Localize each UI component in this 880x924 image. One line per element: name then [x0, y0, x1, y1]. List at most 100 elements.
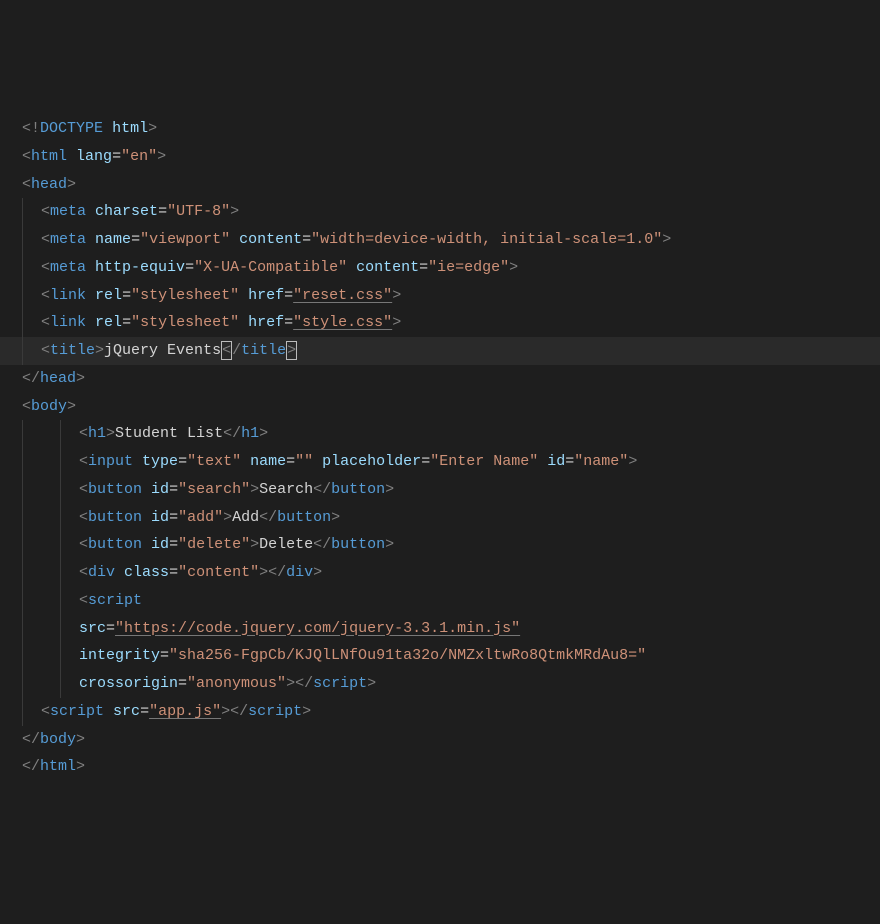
string-literal: "delete" [178, 536, 250, 553]
code-text [103, 120, 112, 137]
string-literal: "add" [178, 509, 223, 526]
tag-name: div [88, 564, 115, 581]
indent-guide [22, 282, 23, 310]
code-line-16[interactable]: <button id="delete">Delete</button> [0, 531, 880, 559]
angle-bracket: < [41, 314, 50, 331]
attr-name: placeholder [322, 453, 421, 470]
code-line-3[interactable]: <head> [0, 171, 880, 199]
indent-guide [60, 559, 61, 587]
attr-name: name [250, 453, 286, 470]
angle-bracket: > [259, 425, 268, 442]
attr-name: lang [76, 148, 112, 165]
code-line-21[interactable]: crossorigin="anonymous"></script> [0, 670, 880, 698]
string-literal: "anonymous" [187, 675, 286, 692]
angle-bracket: < [41, 259, 50, 276]
tag-name: title [241, 342, 286, 359]
string-literal: "sha256-FgpCb/KJQlLNfOu91ta32o/NMZxltwRo… [169, 647, 646, 664]
angle-bracket: > [250, 481, 259, 498]
angle-bracket: < [41, 203, 50, 220]
code-line-10[interactable]: </head> [0, 365, 880, 393]
indent-guide [60, 587, 61, 615]
bracket-match: > [286, 341, 297, 360]
angle-bracket: < [268, 564, 277, 581]
string-literal: "X-UA-Compatible" [194, 259, 347, 276]
code-text: = [284, 314, 293, 331]
angle-bracket: > [95, 342, 104, 359]
attr-name: src [79, 620, 106, 637]
code-line-11[interactable]: <body> [0, 393, 880, 421]
indent-guide [60, 420, 61, 448]
angle-bracket: > [628, 453, 637, 470]
code-line-7[interactable]: <link rel="stylesheet" href="reset.css"> [0, 282, 880, 310]
indent-guide [22, 476, 23, 504]
string-literal: "stylesheet" [131, 314, 239, 331]
code-line-20[interactable]: integrity="sha256-FgpCb/KJQlLNfOu91ta32o… [0, 642, 880, 670]
string-literal: "" [295, 453, 313, 470]
angle-bracket: > [76, 370, 85, 387]
indent-guide [22, 254, 23, 282]
string-literal: "ie=edge" [428, 259, 509, 276]
angle-bracket: > [221, 703, 230, 720]
angle-bracket: / [268, 509, 277, 526]
angle-bracket: > [157, 148, 166, 165]
string-literal: "viewport" [140, 231, 230, 248]
indent-guide [22, 587, 23, 615]
code-text: = [140, 703, 149, 720]
angle-bracket: > [286, 675, 295, 692]
string-literal: "search" [178, 481, 250, 498]
angle-bracket: < [79, 425, 88, 442]
code-line-22[interactable]: <script src="app.js"></script> [0, 698, 880, 726]
code-line-14[interactable]: <button id="search">Search</button> [0, 476, 880, 504]
angle-bracket: < [41, 287, 50, 304]
code-line-8[interactable]: <link rel="stylesheet" href="style.css"> [0, 309, 880, 337]
code-text: = [169, 536, 178, 553]
angle-bracket: > [392, 287, 401, 304]
code-line-15[interactable]: <button id="add">Add</button> [0, 504, 880, 532]
angle-bracket: < [79, 564, 88, 581]
angle-bracket: > [509, 259, 518, 276]
code-text [142, 509, 151, 526]
code-line-12[interactable]: <h1>Student List</h1> [0, 420, 880, 448]
code-text [239, 287, 248, 304]
string-literal: "stylesheet" [131, 287, 239, 304]
attr-name: crossorigin [79, 675, 178, 692]
code-text [86, 287, 95, 304]
code-line-1[interactable]: <!DOCTYPE html> [0, 115, 880, 143]
code-line-17[interactable]: <div class="content"></div> [0, 559, 880, 587]
code-text: = [302, 231, 311, 248]
code-line-24[interactable]: </html> [0, 753, 880, 781]
string-literal: "Enter Name" [430, 453, 538, 470]
attr-name: id [547, 453, 565, 470]
angle-bracket: / [232, 425, 241, 442]
code-text: = [122, 287, 131, 304]
angle-bracket: / [304, 675, 313, 692]
code-line-6[interactable]: <meta http-equiv="X-UA-Compatible" conte… [0, 254, 880, 282]
indent-guide [60, 504, 61, 532]
tag-name: body [40, 731, 76, 748]
code-line-13[interactable]: <input type="text" name="" placeholder="… [0, 448, 880, 476]
code-line-2[interactable]: <html lang="en"> [0, 143, 880, 171]
code-text [230, 231, 239, 248]
code-line-4[interactable]: <meta charset="UTF-8"> [0, 198, 880, 226]
string-literal: "en" [121, 148, 157, 165]
code-editor[interactable]: <!DOCTYPE html><html lang="en"><head><me… [0, 115, 880, 781]
code-line-9[interactable]: <title>jQuery Events</title> [0, 337, 880, 365]
code-text: = [178, 453, 187, 470]
indent-guide [22, 337, 23, 365]
code-line-18[interactable]: <script [0, 587, 880, 615]
angle-bracket: / [31, 731, 40, 748]
code-text [241, 453, 250, 470]
code-text [239, 314, 248, 331]
angle-bracket: < [313, 536, 322, 553]
tag-name: h1 [88, 425, 106, 442]
attr-name: href [248, 287, 284, 304]
angle-bracket: < [22, 176, 31, 193]
code-line-5[interactable]: <meta name="viewport" content="width=dev… [0, 226, 880, 254]
tag-name: div [286, 564, 313, 581]
angle-bracket: > [367, 675, 376, 692]
code-line-19[interactable]: src="https://code.jquery.com/jquery-3.3.… [0, 615, 880, 643]
code-line-23[interactable]: </body> [0, 726, 880, 754]
angle-bracket: < [79, 592, 88, 609]
angle-bracket: < [79, 536, 88, 553]
angle-bracket: < [22, 398, 31, 415]
